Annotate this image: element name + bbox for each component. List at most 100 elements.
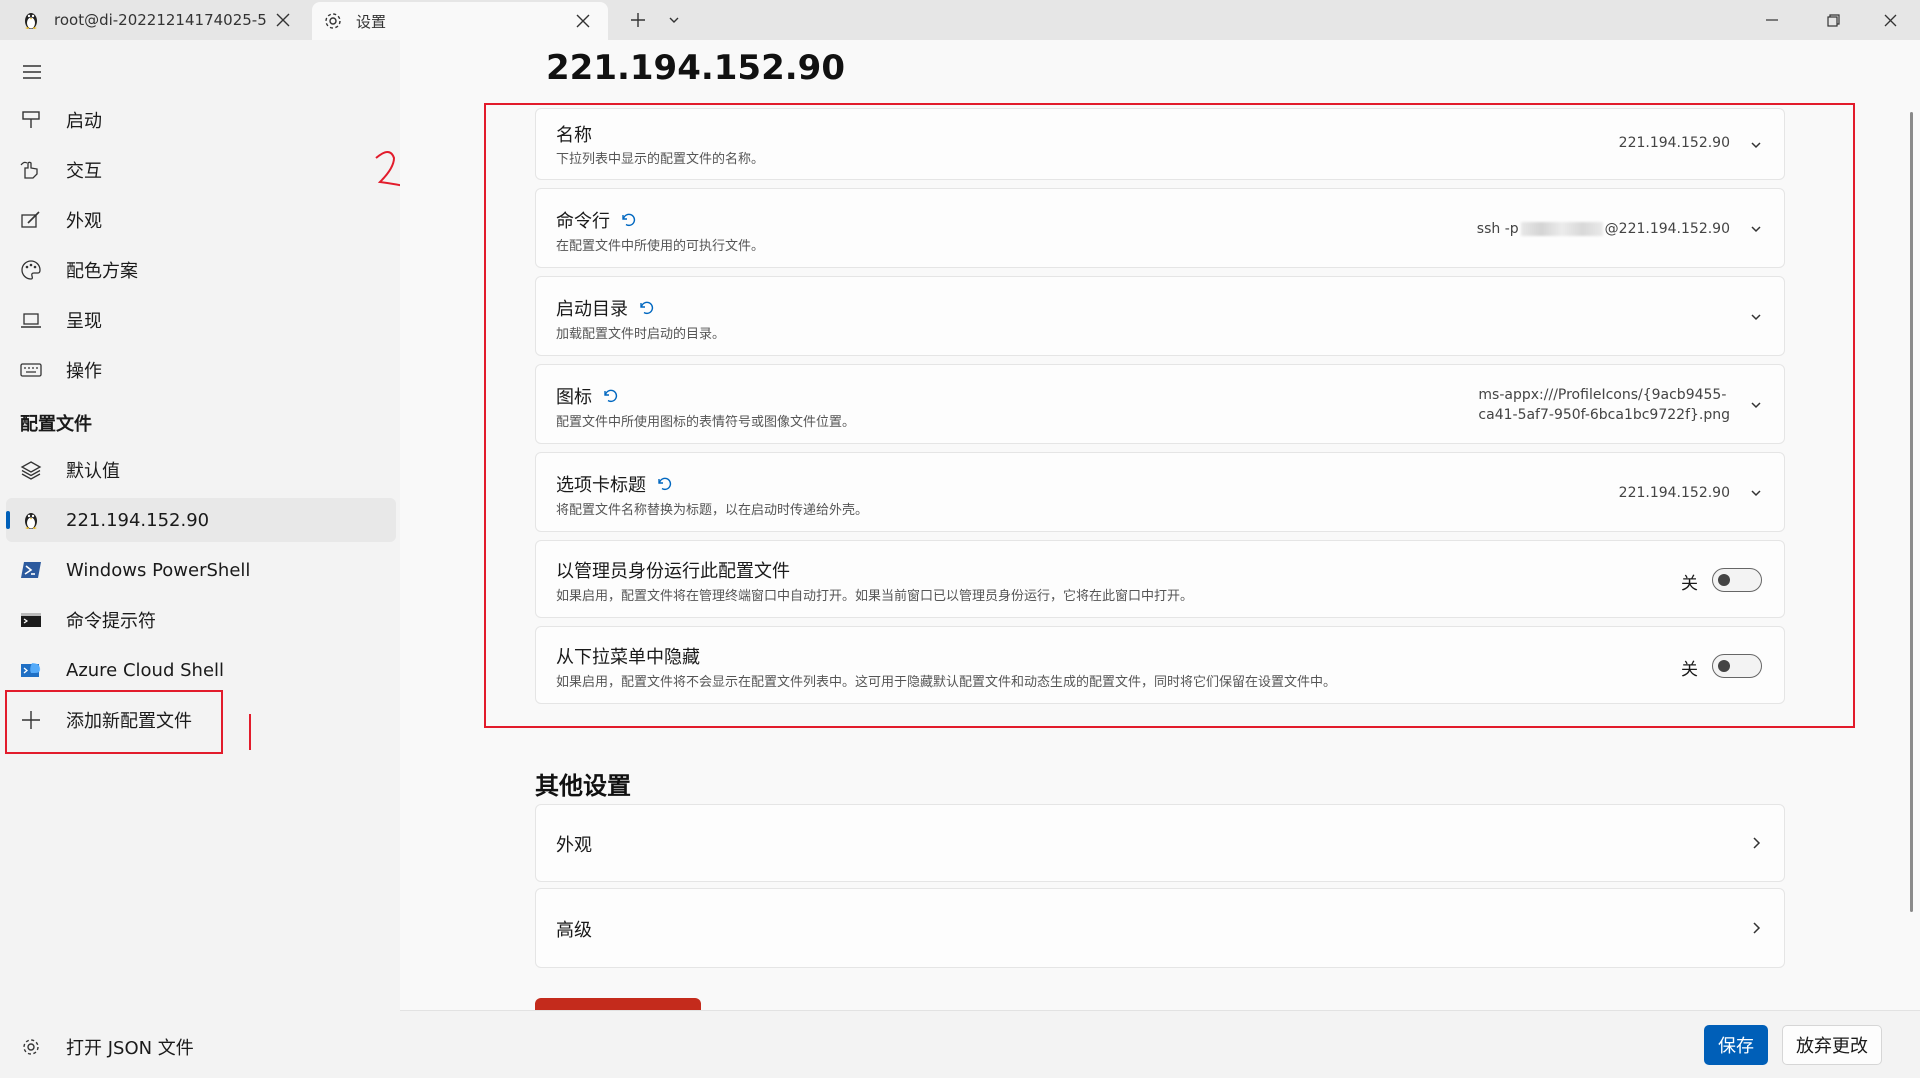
setting-title: 命令行 xyxy=(556,207,636,233)
toggle-state-label: 关 xyxy=(1681,574,1698,594)
setting-card-tab-title[interactable]: 选项卡标题 将配置文件名称替换为标题，以在启动时传递给外壳。 221.194.1… xyxy=(535,452,1785,532)
setting-title: 从下拉菜单中隐藏 xyxy=(556,647,700,668)
setting-value: ms-appx:///ProfileIcons/{9acb9455- ca41-… xyxy=(1478,385,1730,425)
chevron-down-icon[interactable] xyxy=(1746,483,1766,503)
tab-settings-label: 设置 xyxy=(356,12,387,31)
appearance-icon xyxy=(18,207,44,233)
discard-changes-button[interactable]: 放弃更改 xyxy=(1782,1025,1882,1065)
sidebar-item-defaults[interactable]: 默认值 xyxy=(6,448,396,492)
tab-dropdown-button[interactable] xyxy=(654,0,694,40)
plus-icon xyxy=(18,707,44,733)
annotation-mark xyxy=(249,714,251,750)
sidebar-item-startup[interactable]: 启动 xyxy=(6,98,396,142)
reset-icon[interactable] xyxy=(638,300,654,316)
sidebar-item-azure[interactable]: Azure Cloud Shell xyxy=(6,648,396,692)
add-profile-label: 添加新配置文件 xyxy=(66,711,192,732)
sidebar-item-label: 221.194.152.90 xyxy=(66,509,210,531)
restore-button[interactable] xyxy=(1803,0,1863,40)
close-icon[interactable] xyxy=(268,5,298,35)
setting-title-text: 选项卡标题 xyxy=(556,475,646,496)
sidebar-item-interaction[interactable]: 交互 xyxy=(6,148,396,192)
setting-title-text: 图标 xyxy=(556,387,592,408)
commandline-suffix: @221.194.152.90 xyxy=(1604,221,1730,237)
open-json-button[interactable]: 打开 JSON 文件 xyxy=(6,1030,194,1064)
palette-icon xyxy=(18,257,44,283)
linux-icon xyxy=(18,507,44,533)
close-icon[interactable] xyxy=(568,6,598,36)
gear-icon xyxy=(18,1034,44,1060)
sidebar-item-appearance[interactable]: 外观 xyxy=(6,198,396,242)
blurred-region xyxy=(1520,222,1603,236)
setting-description: 如果启用，配置文件将在管理终端窗口中自动打开。如果当前窗口已以管理员身份运行，它… xyxy=(556,589,1194,604)
powershell-icon xyxy=(18,557,44,583)
tab-settings[interactable]: 设置 xyxy=(312,2,608,40)
commandline-prefix: ssh -p xyxy=(1476,221,1519,237)
startup-icon xyxy=(18,107,44,133)
title-bar: root@di-20221214174025-5l8c 设置 xyxy=(0,0,1920,40)
sidebar-item-cmd[interactable]: 命令提示符 xyxy=(6,598,396,642)
add-new-profile-button[interactable]: 添加新配置文件 xyxy=(6,698,396,742)
scrollbar[interactable] xyxy=(1910,112,1913,912)
sidebar-item-label: 外观 xyxy=(66,211,102,232)
sidebar-item-label: 启动 xyxy=(66,111,102,132)
chevron-down-icon xyxy=(669,17,679,23)
delete-profile-button[interactable] xyxy=(535,998,701,1010)
setting-description: 如果启用，配置文件将不会显示在配置文件列表中。这可用于隐藏默认配置文件和动态生成… xyxy=(556,675,1337,690)
rendering-icon xyxy=(18,307,44,333)
toggle-state-label: 关 xyxy=(1681,660,1698,680)
minimize-button[interactable] xyxy=(1742,0,1802,40)
sidebar-item-actions[interactable]: 操作 xyxy=(6,348,396,392)
sidebar-item-color-schemes[interactable]: 配色方案 xyxy=(6,248,396,292)
sidebar-item-label: 命令提示符 xyxy=(66,611,156,632)
tab-terminal-label: root@di-20221214174025-5l8c xyxy=(54,11,268,29)
sidebar-item-label: 操作 xyxy=(66,361,102,382)
setting-description: 加载配置文件时启动的目录。 xyxy=(556,327,726,342)
chevron-right-icon xyxy=(1746,833,1766,853)
link-label: 外观 xyxy=(556,835,592,856)
save-button[interactable]: 保存 xyxy=(1704,1025,1768,1065)
keyboard-icon xyxy=(18,357,44,383)
setting-card-run-as-admin: 以管理员身份运行此配置文件 如果启用，配置文件将在管理终端窗口中自动打开。如果当… xyxy=(535,540,1785,618)
reset-icon[interactable] xyxy=(656,476,672,492)
close-window-button[interactable] xyxy=(1860,0,1920,40)
link-advanced[interactable]: 高级 xyxy=(535,888,1785,968)
toggle-knob xyxy=(1718,574,1730,586)
link-appearance[interactable]: 外观 xyxy=(535,804,1785,882)
run-as-admin-toggle[interactable] xyxy=(1712,568,1762,592)
setting-description: 配置文件中所使用图标的表情符号或图像文件位置。 xyxy=(556,415,856,430)
other-settings-title: 其他设置 xyxy=(535,772,631,800)
tab-terminal[interactable]: root@di-20221214174025-5l8c xyxy=(0,0,308,40)
reset-icon[interactable] xyxy=(602,388,618,404)
sidebar: 启动 交互 外观 配色方案 呈现 操作 配置文件 默认值 221.194.152… xyxy=(0,40,400,1078)
setting-card-name[interactable]: 名称 下拉列表中显示的配置文件的名称。 221.194.152.90 xyxy=(535,108,1785,180)
main-content: 221.194.152.90 名称 下拉列表中显示的配置文件的名称。 221.1… xyxy=(400,40,1920,1010)
sidebar-item-label: 交互 xyxy=(66,161,102,182)
setting-title: 图标 xyxy=(556,383,618,409)
sidebar-item-label: 默认值 xyxy=(66,461,120,482)
reset-icon[interactable] xyxy=(620,212,636,228)
chevron-down-icon[interactable] xyxy=(1746,135,1766,155)
setting-card-commandline[interactable]: 命令行 在配置文件中所使用的可执行文件。 ssh -p @221.194.152… xyxy=(535,188,1785,268)
hide-profile-toggle[interactable] xyxy=(1712,654,1762,678)
sidebar-item-rendering[interactable]: 呈现 xyxy=(6,298,396,342)
sidebar-item-profile-selected[interactable]: 221.194.152.90 xyxy=(6,498,396,542)
chevron-down-icon[interactable] xyxy=(1746,395,1766,415)
sidebar-item-label: Windows PowerShell xyxy=(66,559,251,581)
new-tab-button[interactable] xyxy=(618,0,658,40)
setting-description: 下拉列表中显示的配置文件的名称。 xyxy=(556,152,765,167)
setting-card-icon[interactable]: 图标 配置文件中所使用图标的表情符号或图像文件位置。 ms-appx:///Pr… xyxy=(535,364,1785,444)
sidebar-item-label: 配色方案 xyxy=(66,261,138,282)
setting-value: 221.194.152.90 xyxy=(1618,135,1730,151)
azure-icon xyxy=(18,657,44,683)
chevron-down-icon[interactable] xyxy=(1746,307,1766,327)
sidebar-item-powershell[interactable]: Windows PowerShell xyxy=(6,548,396,592)
chevron-down-icon[interactable] xyxy=(1746,219,1766,239)
minimize-icon xyxy=(1766,19,1778,21)
setting-card-starting-directory[interactable]: 启动目录 加载配置文件时启动的目录。 xyxy=(535,276,1785,356)
setting-title: 启动目录 xyxy=(556,295,654,321)
hamburger-icon xyxy=(23,65,41,79)
close-icon xyxy=(1884,14,1896,26)
toggle-knob xyxy=(1718,660,1730,672)
hamburger-menu-button[interactable] xyxy=(14,54,50,90)
setting-title: 名称 xyxy=(556,125,592,146)
